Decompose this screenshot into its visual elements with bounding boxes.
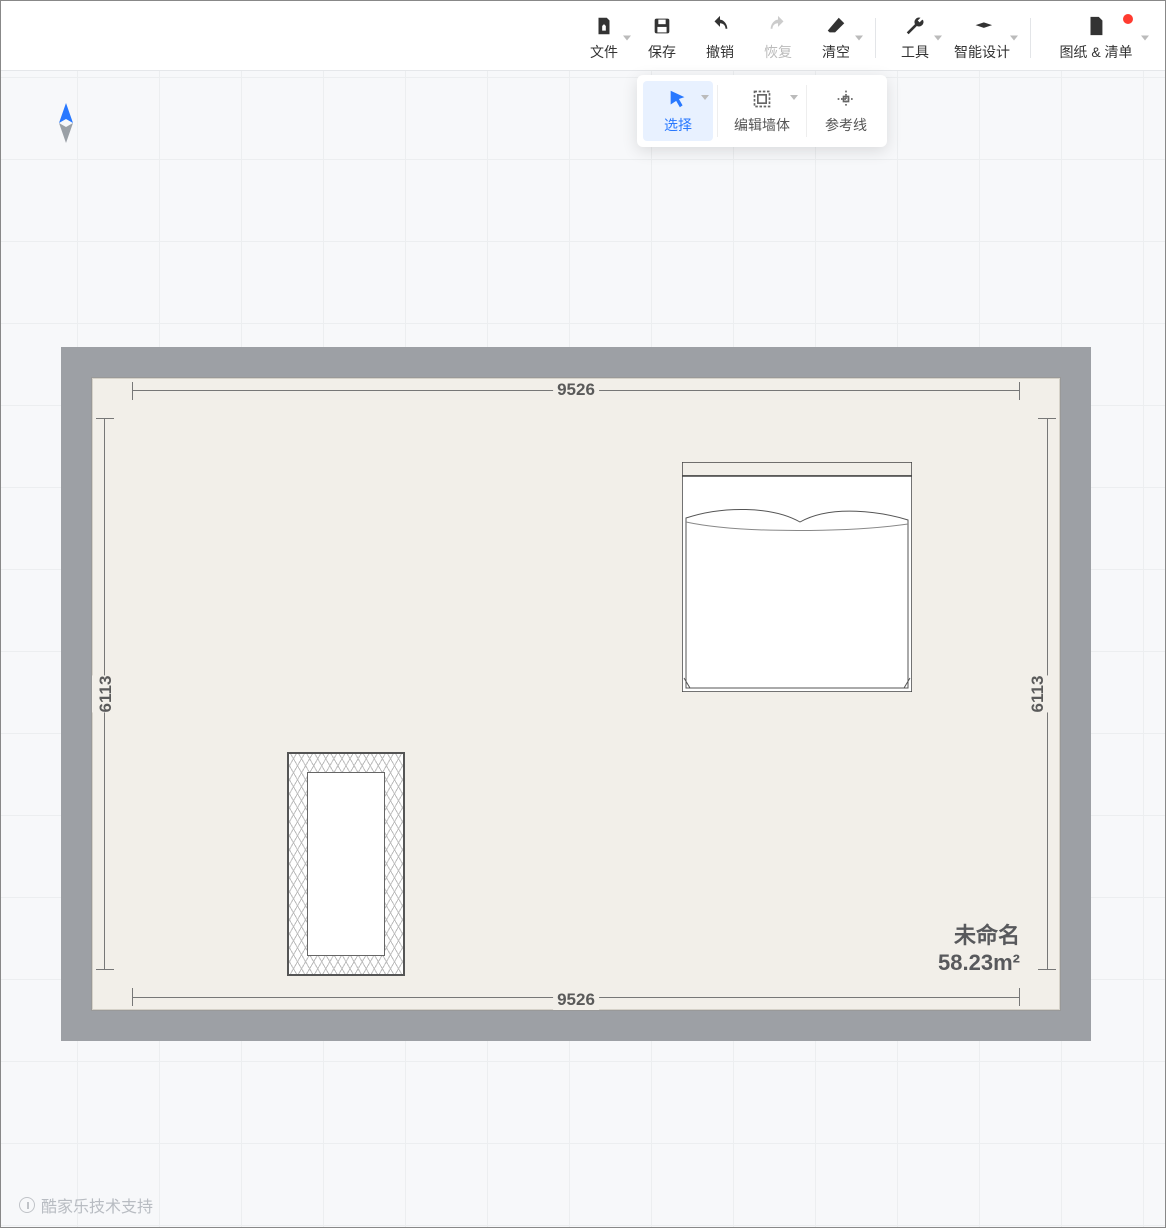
chevron-down-icon: [934, 35, 942, 40]
ai-label: 智能设计: [954, 42, 1010, 62]
cursor-icon: [666, 87, 690, 111]
notification-dot-icon: [1123, 14, 1133, 24]
guideline-label: 参考线: [825, 115, 867, 135]
dimension-height-right: 6113: [1024, 676, 1052, 713]
clear-button[interactable]: 清空: [807, 10, 865, 66]
compass-icon[interactable]: [55, 103, 77, 148]
eraser-icon: [824, 14, 848, 38]
rug-furniture[interactable]: [287, 752, 405, 976]
dim-tick: [1038, 969, 1056, 970]
dim-tick: [96, 418, 114, 419]
toolbar-group-tools: 工具 智能设计: [886, 10, 1020, 66]
toolbar-sep: [1030, 18, 1031, 58]
chevron-down-icon: [623, 35, 631, 40]
tools-subtoolbar: 选择 编辑墙体 参考线: [637, 75, 887, 147]
chevron-down-icon: [1141, 35, 1149, 40]
chevron-down-icon: [855, 35, 863, 40]
dimension-height-left: 6113: [92, 676, 120, 713]
room-interior[interactable]: 9526 9526 6113 6113: [91, 377, 1061, 1011]
select-label: 选择: [664, 115, 692, 135]
document-icon: [1084, 14, 1108, 38]
wall-icon: [750, 87, 774, 111]
edit-wall-tool[interactable]: 编辑墙体: [722, 81, 802, 141]
save-icon: [650, 14, 674, 38]
guideline-icon: [834, 87, 858, 111]
dimension-width-top: 9526: [553, 380, 599, 400]
toolbar-sep: [875, 18, 876, 58]
export-button[interactable]: 图纸 & 清单: [1041, 10, 1151, 66]
save-button[interactable]: 保存: [633, 10, 691, 66]
room-label: 未命名 58.23m²: [938, 918, 1020, 976]
clear-label: 清空: [822, 42, 850, 62]
chevron-down-icon: [790, 95, 798, 100]
file-label: 文件: [590, 42, 618, 62]
dim-tick: [1019, 988, 1020, 1006]
chevron-down-icon: [701, 95, 709, 100]
guideline-tool[interactable]: 参考线: [811, 81, 881, 141]
home-icon: [592, 14, 616, 38]
room-area: 58.23m²: [938, 950, 1020, 976]
main-toolbar: 文件 保存 撤销 恢复 清空: [1, 1, 1165, 71]
undo-icon: [708, 14, 732, 38]
redo-icon: [766, 14, 790, 38]
dim-tick: [132, 382, 133, 400]
support-icon: [19, 1197, 35, 1213]
undo-label: 撤销: [706, 42, 734, 62]
redo-label: 恢复: [764, 42, 792, 62]
undo-button[interactable]: 撤销: [691, 10, 749, 66]
save-label: 保存: [648, 42, 676, 62]
bed-furniture[interactable]: [682, 462, 912, 692]
dim-tick: [96, 969, 114, 970]
toolbar-group-file: 文件 保存 撤销 恢复 清空: [575, 10, 865, 66]
file-button[interactable]: 文件: [575, 10, 633, 66]
dim-tick: [1038, 418, 1056, 419]
chevron-down-icon: [1010, 35, 1018, 40]
dim-tick: [132, 988, 133, 1006]
export-label: 图纸 & 清单: [1059, 42, 1132, 62]
ai-design-button[interactable]: 智能设计: [944, 10, 1020, 66]
support-label: 酷家乐技术支持: [41, 1193, 153, 1217]
room-name: 未命名: [938, 918, 1020, 950]
dim-tick: [1019, 382, 1020, 400]
floor-plan[interactable]: 9526 9526 6113 6113: [61, 347, 1091, 1041]
toolbar-group-export: 图纸 & 清单: [1041, 10, 1151, 66]
tools-label: 工具: [901, 42, 929, 62]
footer-support[interactable]: 酷家乐技术支持: [19, 1193, 153, 1217]
sub-sep: [806, 85, 807, 137]
tools-button[interactable]: 工具: [886, 10, 944, 66]
wrench-icon: [903, 14, 927, 38]
edit-wall-label: 编辑墙体: [734, 115, 790, 135]
sub-sep: [717, 85, 718, 137]
select-tool[interactable]: 选择: [643, 81, 713, 141]
ai-icon: [970, 14, 994, 38]
redo-button[interactable]: 恢复: [749, 10, 807, 66]
dimension-width-bottom: 9526: [553, 990, 599, 1010]
